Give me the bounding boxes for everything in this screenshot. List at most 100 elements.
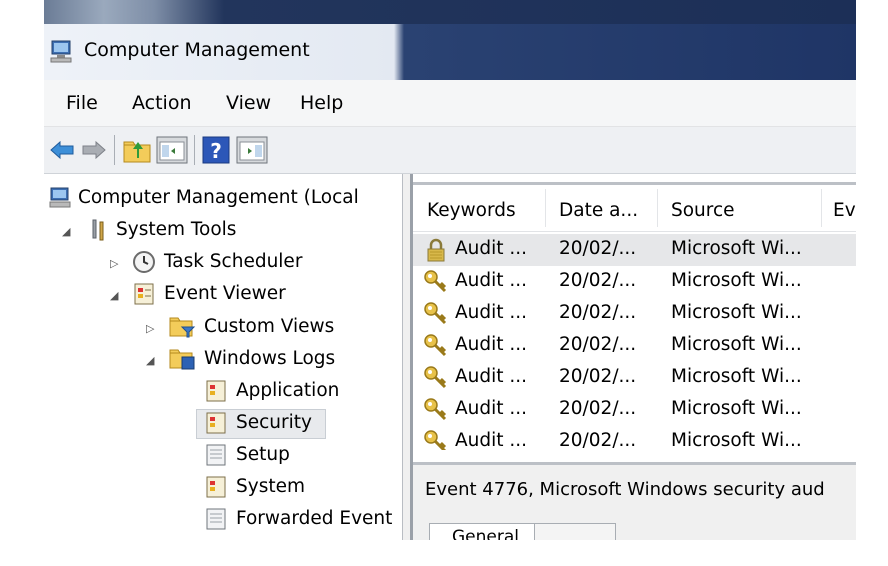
toolbar-separator <box>114 135 115 165</box>
event-list: Keywords Date a... Source Ev Audit ... 2… <box>413 182 856 461</box>
cell-keywords: Audit ... <box>455 302 528 323</box>
tree-item-application[interactable]: Application <box>44 377 402 407</box>
cell-date: 20/02/... <box>559 398 637 419</box>
tree-label: Forwarded Event <box>236 508 393 529</box>
column-header-keywords[interactable]: Keywords <box>427 200 516 221</box>
tab-label: General <box>452 527 519 540</box>
column-header-source[interactable]: Source <box>671 200 735 221</box>
tab-details[interactable] <box>534 523 616 540</box>
show-hide-action-pane-icon[interactable] <box>236 136 268 164</box>
table-row[interactable]: Audit ... 20/02/... Microsoft Wi... <box>413 394 856 426</box>
column-divider[interactable] <box>545 189 546 227</box>
audit-success-key-icon <box>424 270 447 293</box>
log-blank-icon <box>206 508 226 530</box>
audit-success-key-icon <box>424 430 447 450</box>
cell-keywords: Audit ... <box>455 238 528 259</box>
table-row[interactable]: Audit ... 20/02/... Microsoft Wi... <box>413 426 856 450</box>
menu-file[interactable]: File <box>66 92 98 114</box>
cell-date: 20/02/... <box>559 238 637 259</box>
window-title: Computer Management <box>84 39 310 61</box>
event-detail-pane: Event 4776, Microsoft Windows security a… <box>413 462 856 540</box>
cell-date: 20/02/... <box>559 270 637 291</box>
cell-source: Microsoft Wi... <box>671 398 802 419</box>
tree-label: Event Viewer <box>164 283 286 304</box>
tree-label: Task Scheduler <box>164 251 303 272</box>
console-tree: Computer Management (Local ◢ System Tool… <box>44 174 403 540</box>
tree-item-system[interactable]: System <box>44 473 402 503</box>
computer-management-icon <box>50 40 72 63</box>
column-divider[interactable] <box>821 189 822 227</box>
show-hide-console-tree-icon[interactable] <box>156 136 188 164</box>
results-pane: Keywords Date a... Source Ev Audit ... 2… <box>410 174 856 540</box>
cell-keywords: Audit ... <box>455 366 528 387</box>
tree-label: System Tools <box>116 219 237 240</box>
menu-view[interactable]: View <box>226 92 271 114</box>
table-row[interactable]: Audit ... 20/02/... Microsoft Wi... <box>413 298 856 330</box>
event-viewer-icon <box>134 283 154 305</box>
log-icon <box>206 380 226 402</box>
detail-tabs: General <box>429 523 619 540</box>
audit-success-key-icon <box>424 334 447 357</box>
cell-source: Microsoft Wi... <box>671 334 802 355</box>
expanded-triangle-icon[interactable]: ◢ <box>110 289 118 302</box>
tab-general[interactable]: General <box>429 523 535 540</box>
up-folder-icon[interactable] <box>122 136 152 164</box>
tree-label: System <box>236 476 305 497</box>
menu-help[interactable]: Help <box>300 92 343 114</box>
help-icon[interactable]: ? <box>202 136 230 164</box>
taskbar-strip <box>44 0 856 24</box>
tree-label: Custom Views <box>204 316 335 337</box>
collapsed-triangle-icon[interactable]: ▷ <box>110 257 118 270</box>
toolbar: ? <box>44 127 856 174</box>
tree-item-custom-views[interactable]: ▷ Custom Views <box>44 313 402 343</box>
tree-label: Computer Management (Local <box>78 187 359 208</box>
cell-source: Microsoft Wi... <box>671 270 802 291</box>
expanded-triangle-icon[interactable]: ◢ <box>62 225 70 238</box>
tree-item-windows-logs[interactable]: ◢ Windows Logs <box>44 345 402 375</box>
audit-success-key-icon <box>424 302 447 325</box>
audit-success-key-icon <box>424 398 447 421</box>
table-row[interactable]: Audit ... 20/02/... Microsoft Wi... <box>413 362 856 394</box>
forward-arrow-icon[interactable] <box>80 136 108 164</box>
log-blank-icon <box>206 444 226 466</box>
table-row[interactable]: Audit ... 20/02/... Microsoft Wi... <box>413 330 856 362</box>
column-divider[interactable] <box>657 189 658 227</box>
tree-item-event-viewer[interactable]: ◢ Event Viewer <box>44 280 402 310</box>
tree-item-system-tools[interactable]: ◢ System Tools <box>44 216 402 246</box>
tree-label: Setup <box>236 444 290 465</box>
cell-date: 20/02/... <box>559 366 637 387</box>
table-row[interactable]: Audit ... 20/02/... Microsoft Wi... <box>413 266 856 298</box>
log-icon <box>206 412 226 434</box>
table-row[interactable]: Audit ... 20/02/... Microsoft Wi... <box>413 234 856 266</box>
cell-source: Microsoft Wi... <box>671 430 802 450</box>
cell-keywords: Audit ... <box>455 430 528 450</box>
cell-date: 20/02/... <box>559 430 637 450</box>
collapsed-triangle-icon[interactable]: ▷ <box>146 322 154 335</box>
computer-management-window: Computer Management File Action View Hel… <box>44 0 856 540</box>
folder-filter-icon <box>169 317 196 338</box>
tree-item-task-scheduler[interactable]: ▷ Task Scheduler <box>44 248 402 278</box>
cell-date: 20/02/... <box>559 334 637 355</box>
title-bar: Computer Management <box>44 24 856 80</box>
tree-label: Application <box>236 380 340 401</box>
tree-label: Windows Logs <box>204 348 336 369</box>
cell-date: 20/02/... <box>559 302 637 323</box>
back-arrow-icon[interactable] <box>48 136 76 164</box>
audit-failure-lock-icon <box>427 238 445 262</box>
toolbar-separator <box>194 135 195 165</box>
event-list-header: Keywords Date a... Source Ev <box>413 185 856 232</box>
expanded-triangle-icon[interactable]: ◢ <box>146 354 154 367</box>
tree-label: Security <box>236 412 312 433</box>
column-header-event-id[interactable]: Ev <box>833 200 856 221</box>
tools-icon <box>92 219 104 241</box>
tree-item-security[interactable]: Security <box>196 409 326 439</box>
clock-icon <box>133 251 155 273</box>
tree-item-forwarded-events[interactable]: Forwarded Event <box>44 505 402 535</box>
menu-action[interactable]: Action <box>132 92 192 114</box>
tree-item-computer-management[interactable]: Computer Management (Local <box>44 184 402 214</box>
cell-keywords: Audit ... <box>455 334 528 355</box>
tree-item-setup[interactable]: Setup <box>44 441 402 471</box>
log-icon <box>206 476 226 498</box>
column-header-date[interactable]: Date a... <box>559 200 638 221</box>
audit-success-key-icon <box>424 366 447 389</box>
